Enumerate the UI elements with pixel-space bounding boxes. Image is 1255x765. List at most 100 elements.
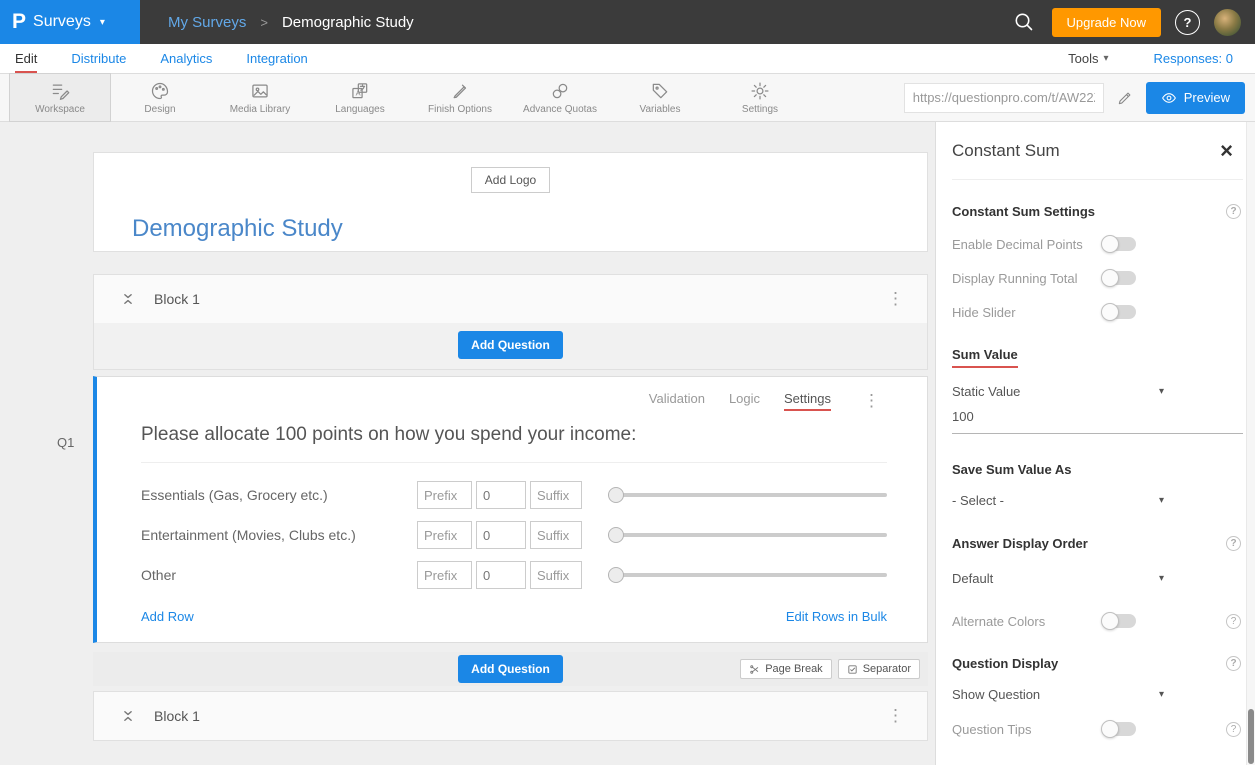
tools-menu[interactable]: Tools▾ — [1068, 51, 1108, 66]
block-label[interactable]: Block 1 — [154, 291, 200, 307]
select-value: Static Value — [952, 384, 1020, 399]
slider-track[interactable] — [608, 533, 887, 537]
toolbar-settings[interactable]: Settings — [710, 74, 810, 121]
block-label[interactable]: Block 1 — [154, 708, 200, 724]
scissors-icon — [749, 664, 760, 675]
sum-type-select[interactable]: Static Value ▾ — [952, 384, 1164, 399]
edit-rows-in-bulk-link[interactable]: Edit Rows in Bulk — [786, 609, 887, 624]
enable-decimal-points-toggle[interactable] — [1102, 237, 1136, 251]
product-menu[interactable]: P Surveys ▾ — [0, 0, 140, 44]
heading-label: Sum Value — [952, 347, 1018, 368]
slider-thumb[interactable] — [608, 527, 624, 543]
toggle-knob — [1101, 303, 1119, 321]
hide-slider-toggle[interactable] — [1102, 305, 1136, 319]
toolbar-design[interactable]: Design — [110, 74, 210, 121]
question-text[interactable]: Please allocate 100 points on how you sp… — [141, 424, 887, 446]
toolbar-variables[interactable]: Variables — [610, 74, 710, 121]
slider-thumb[interactable] — [608, 567, 624, 583]
avatar[interactable] — [1214, 9, 1241, 36]
toggle-knob — [1101, 235, 1119, 253]
display-running-total-toggle[interactable] — [1102, 271, 1136, 285]
answer-order-select[interactable]: Default ▾ — [952, 571, 1164, 586]
scrollbar-thumb[interactable] — [1248, 709, 1254, 764]
survey-url-input[interactable] — [904, 83, 1104, 113]
separator-button[interactable]: Separator — [838, 659, 920, 679]
prefix-input[interactable] — [417, 481, 472, 509]
toolbar-media-library[interactable]: Media Library — [210, 74, 310, 121]
question-tab-validation[interactable]: Validation — [649, 391, 705, 411]
chevron-down-icon: ▾ — [100, 17, 105, 28]
save-sum-value-select[interactable]: - Select - ▾ — [952, 493, 1164, 508]
search-icon[interactable] — [1010, 8, 1038, 36]
help-icon[interactable]: ? — [1226, 204, 1241, 219]
points-slider[interactable] — [608, 526, 887, 544]
question-menu-icon[interactable]: ⋮ — [857, 391, 887, 411]
help-icon[interactable]: ? — [1226, 536, 1241, 551]
preview-button[interactable]: Preview — [1146, 82, 1245, 114]
block-card-bottom: Block 1 ⋮ — [93, 691, 928, 741]
languages-icon: A — [350, 81, 370, 101]
toolbar-advance-quotas[interactable]: Advance Quotas — [510, 74, 610, 121]
panel-scrollbar[interactable] — [1246, 122, 1255, 765]
heading-label: Save Sum Value As — [952, 462, 1071, 477]
breadcrumb-my-surveys[interactable]: My Surveys — [168, 14, 246, 31]
add-row-link[interactable]: Add Row — [141, 609, 194, 624]
row-label[interactable]: Other — [141, 567, 417, 583]
slider-track[interactable] — [608, 573, 887, 577]
tab-analytics[interactable]: Analytics — [160, 44, 212, 73]
question-code: Q1 — [57, 435, 74, 450]
prefix-input[interactable] — [417, 521, 472, 549]
suffix-input[interactable] — [530, 481, 582, 509]
question-tab-settings[interactable]: Settings — [784, 391, 831, 411]
tab-edit[interactable]: Edit — [15, 44, 37, 73]
collapse-block-icon[interactable] — [118, 706, 138, 726]
upgrade-now-button[interactable]: Upgrade Now — [1052, 8, 1162, 37]
add-question-button-top[interactable]: Add Question — [458, 331, 563, 359]
points-input[interactable] — [476, 481, 526, 509]
add-logo-button[interactable]: Add Logo — [471, 167, 550, 193]
prefix-input[interactable] — [417, 561, 472, 589]
points-slider[interactable] — [608, 486, 887, 504]
question-tips-toggle[interactable] — [1102, 722, 1136, 736]
suffix-input[interactable] — [530, 561, 582, 589]
gear-icon — [750, 81, 770, 101]
suffix-input[interactable] — [530, 521, 582, 549]
row-label[interactable]: Entertainment (Movies, Clubs etc.) — [141, 527, 417, 543]
collapse-block-icon[interactable] — [118, 289, 138, 309]
block-menu-icon[interactable]: ⋮ — [881, 289, 911, 309]
page-break-button[interactable]: Page Break — [740, 659, 831, 679]
add-question-button-bottom[interactable]: Add Question — [458, 655, 563, 683]
survey-title[interactable]: Demographic Study — [132, 215, 927, 243]
toolbar-workspace[interactable]: Workspace — [10, 74, 110, 121]
toolbar-finish-options[interactable]: Finish Options — [410, 74, 510, 121]
points-input[interactable] — [476, 521, 526, 549]
row-label[interactable]: Essentials (Gas, Grocery etc.) — [141, 487, 417, 503]
tab-integration[interactable]: Integration — [246, 44, 307, 73]
edit-url-icon[interactable] — [1116, 89, 1134, 107]
slider-thumb[interactable] — [608, 487, 624, 503]
help-icon[interactable]: ? — [1226, 722, 1241, 737]
toolbar-label: Media Library — [230, 104, 291, 115]
toolbar-label: Advance Quotas — [523, 104, 597, 115]
responses-link[interactable]: Responses: 0 — [1154, 51, 1234, 66]
eye-icon — [1161, 90, 1177, 106]
question-tab-logic[interactable]: Logic — [729, 391, 760, 411]
help-icon[interactable]: ? — [1226, 614, 1241, 629]
setting-label: Hide Slider — [952, 305, 1102, 320]
answer-row: Essentials (Gas, Grocery etc.) — [141, 475, 887, 515]
breadcrumb-current: Demographic Study — [282, 14, 414, 31]
sum-amount-input[interactable] — [952, 401, 1243, 434]
alternate-colors-toggle[interactable] — [1102, 614, 1136, 628]
toolbar-languages[interactable]: A Languages — [310, 74, 410, 121]
tab-distribute[interactable]: Distribute — [71, 44, 126, 73]
question-display-select[interactable]: Show Question ▾ — [952, 687, 1164, 702]
help-icon[interactable]: ? — [1226, 656, 1241, 671]
help-icon[interactable]: ? — [1175, 10, 1200, 35]
block-menu-icon[interactable]: ⋮ — [881, 706, 911, 726]
slider-track[interactable] — [608, 493, 887, 497]
block-header: Block 1 ⋮ — [94, 692, 927, 740]
points-slider[interactable] — [608, 566, 887, 584]
chevron-down-icon: ▾ — [1159, 689, 1164, 700]
close-icon[interactable]: × — [1220, 140, 1233, 162]
points-input[interactable] — [476, 561, 526, 589]
